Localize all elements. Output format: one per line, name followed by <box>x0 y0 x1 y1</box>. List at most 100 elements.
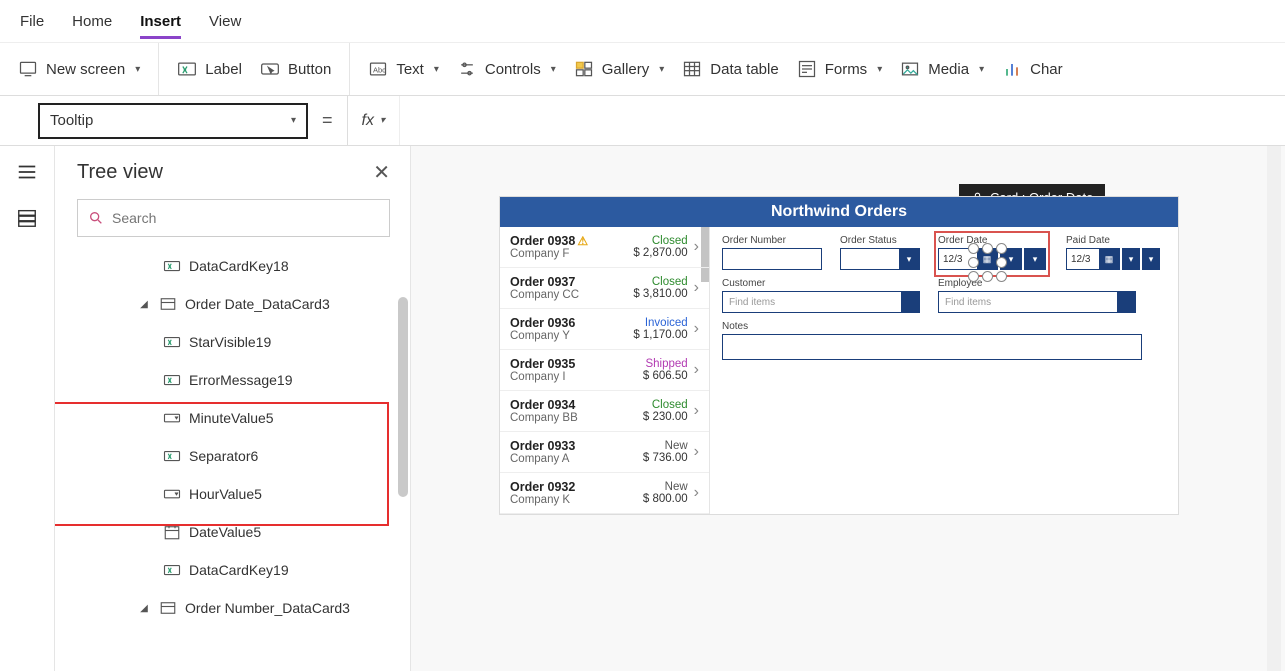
order-form: Order Number Order Status ▾ Order Date 1… <box>710 227 1178 514</box>
label-icon <box>163 333 181 351</box>
text-button[interactable]: Abc Text▾ <box>368 59 439 79</box>
datatable-icon <box>682 59 702 79</box>
equals-label: = <box>308 110 347 131</box>
dropdown-icon <box>163 485 181 503</box>
property-selector[interactable]: Tooltip ▾ <box>38 103 308 139</box>
search-input[interactable] <box>112 210 379 226</box>
button-button[interactable]: Button <box>260 59 331 79</box>
formula-bar: Tooltip ▾ = fx ▾ <box>0 96 1285 146</box>
charts-button[interactable]: Char <box>1002 59 1063 79</box>
tree-item-label: DataCardKey18 <box>189 258 289 274</box>
gallery-icon <box>574 59 594 79</box>
menu-home[interactable]: Home <box>72 5 112 38</box>
chevron-down-icon: ▾ <box>979 64 984 75</box>
chevron-down-icon: ▾ <box>877 64 882 75</box>
tree-item-label: DataCardKey19 <box>189 562 289 578</box>
tree-search[interactable] <box>77 199 390 237</box>
tree-item-label: Order Date_DataCard3 <box>185 296 330 312</box>
minute-paid-date[interactable]: ▾ <box>1142 248 1160 270</box>
caret-icon: ◢ <box>137 299 151 310</box>
tree-item-label: ErrorMessage19 <box>189 372 293 388</box>
fx-label[interactable]: fx ▾ <box>347 96 399 145</box>
order-row[interactable]: Order 0938⚠Company FClosed$ 2,870.00› <box>500 227 709 268</box>
label-icon <box>163 561 181 579</box>
datepicker-paid-date[interactable]: 12/3▦ <box>1066 248 1120 270</box>
canvas[interactable]: Card : Order Date Northwind Orders Order… <box>411 146 1285 671</box>
label-button[interactable]: Label <box>177 59 242 79</box>
formula-input[interactable] <box>399 96 1285 145</box>
gallery-button[interactable]: Gallery▾ <box>574 59 665 79</box>
chevron-right-icon: › <box>694 361 699 379</box>
tree-item[interactable]: Separator6 <box>55 437 410 475</box>
chevron-right-icon: › <box>694 320 699 338</box>
tree-item-label: DateValue5 <box>189 524 261 540</box>
chevron-down-icon: ▾ <box>135 64 140 75</box>
dropdown-icon <box>163 409 181 427</box>
dropdown-order-status[interactable]: ▾ <box>840 248 920 270</box>
card-icon <box>159 599 177 617</box>
tree-item-label: HourValue5 <box>189 486 262 502</box>
forms-icon <box>797 59 817 79</box>
chevron-right-icon: › <box>694 279 699 297</box>
chevron-down-icon: ▾ <box>291 115 296 126</box>
controls-icon <box>457 59 477 79</box>
warning-icon: ⚠ <box>577 234 588 248</box>
label-icon <box>177 59 197 79</box>
tree-item[interactable]: ErrorMessage19 <box>55 361 410 399</box>
orders-gallery[interactable]: Order 0938⚠Company FClosed$ 2,870.00›Ord… <box>500 227 710 514</box>
menu-file[interactable]: File <box>20 5 44 38</box>
tree-item[interactable]: DataCardKey18 <box>55 247 410 285</box>
label-icon <box>163 257 181 275</box>
tree-item[interactable]: ◢Order Number_DataCard3 <box>55 589 410 627</box>
chevron-right-icon: › <box>694 238 699 256</box>
chevron-down-icon: ▾ <box>434 64 439 75</box>
new-screen-button[interactable]: New screen▾ <box>18 59 140 79</box>
tree-view-title: Tree view <box>77 161 163 184</box>
scrollbar-thumb[interactable] <box>398 297 408 497</box>
input-notes[interactable] <box>722 334 1142 360</box>
chevron-down-icon: ▾ <box>380 115 385 126</box>
media-icon <box>900 59 920 79</box>
tree-item[interactable]: MinuteValue5 <box>55 399 410 437</box>
order-row[interactable]: Order 0935Company IShipped$ 606.50› <box>500 350 709 391</box>
media-button[interactable]: Media▾ <box>900 59 984 79</box>
controls-button[interactable]: Controls▾ <box>457 59 556 79</box>
order-row[interactable]: Order 0933Company ANew$ 736.00› <box>500 432 709 473</box>
svg-text:Abc: Abc <box>373 65 386 74</box>
button-icon <box>260 59 280 79</box>
tree-body: DataCardKey18 ◢ Order Date_DataCard3 StarVi… <box>55 247 410 671</box>
chevron-right-icon: › <box>694 443 699 461</box>
label-notes: Notes <box>722 321 1166 332</box>
tree-item[interactable]: StarVisible19 <box>55 323 410 361</box>
order-row[interactable]: Order 0936Company YInvoiced$ 1,170.00› <box>500 309 709 350</box>
app-title: Northwind Orders <box>500 197 1178 227</box>
tree-item[interactable]: HourValue5 <box>55 475 410 513</box>
forms-button[interactable]: Forms▾ <box>797 59 883 79</box>
combo-employee[interactable]: Find items <box>938 291 1136 313</box>
tree-view-button[interactable] <box>15 206 39 230</box>
close-icon[interactable]: ✕ <box>373 160 390 185</box>
caret-icon: ◢ <box>137 603 151 614</box>
tree-item-label: MinuteValue5 <box>189 410 274 426</box>
tree-item-label: StarVisible19 <box>189 334 271 350</box>
order-row[interactable]: Order 0937Company CCClosed$ 3,810.00› <box>500 268 709 309</box>
tree-item[interactable]: ◢ Order Date_DataCard3 <box>55 285 410 323</box>
order-row[interactable]: Order 0932Company KNew$ 800.00› <box>500 473 709 514</box>
menu-bar: File Home Insert View <box>0 0 1285 42</box>
left-rail <box>0 146 55 671</box>
canvas-scrollbar[interactable] <box>1267 146 1281 671</box>
hour-paid-date[interactable]: ▾ <box>1122 248 1140 270</box>
datatable-button[interactable]: Data table <box>682 59 778 79</box>
chart-icon <box>1002 59 1022 79</box>
combo-customer[interactable]: Find items <box>722 291 920 313</box>
menu-insert[interactable]: Insert <box>140 5 181 38</box>
text-icon: Abc <box>368 59 388 79</box>
tree-item[interactable]: DateValue5 <box>55 513 410 551</box>
menu-view[interactable]: View <box>209 5 241 38</box>
input-order-number[interactable] <box>722 248 822 270</box>
tree-view-panel: Tree view ✕ DataCardKey18 ◢ Order Date_Dat… <box>55 146 411 671</box>
order-row[interactable]: Order 0934Company BBClosed$ 230.00› <box>500 391 709 432</box>
tree-item[interactable]: DataCardKey19 <box>55 551 410 589</box>
hamburger-button[interactable] <box>15 160 39 184</box>
chevron-right-icon: › <box>694 402 699 420</box>
